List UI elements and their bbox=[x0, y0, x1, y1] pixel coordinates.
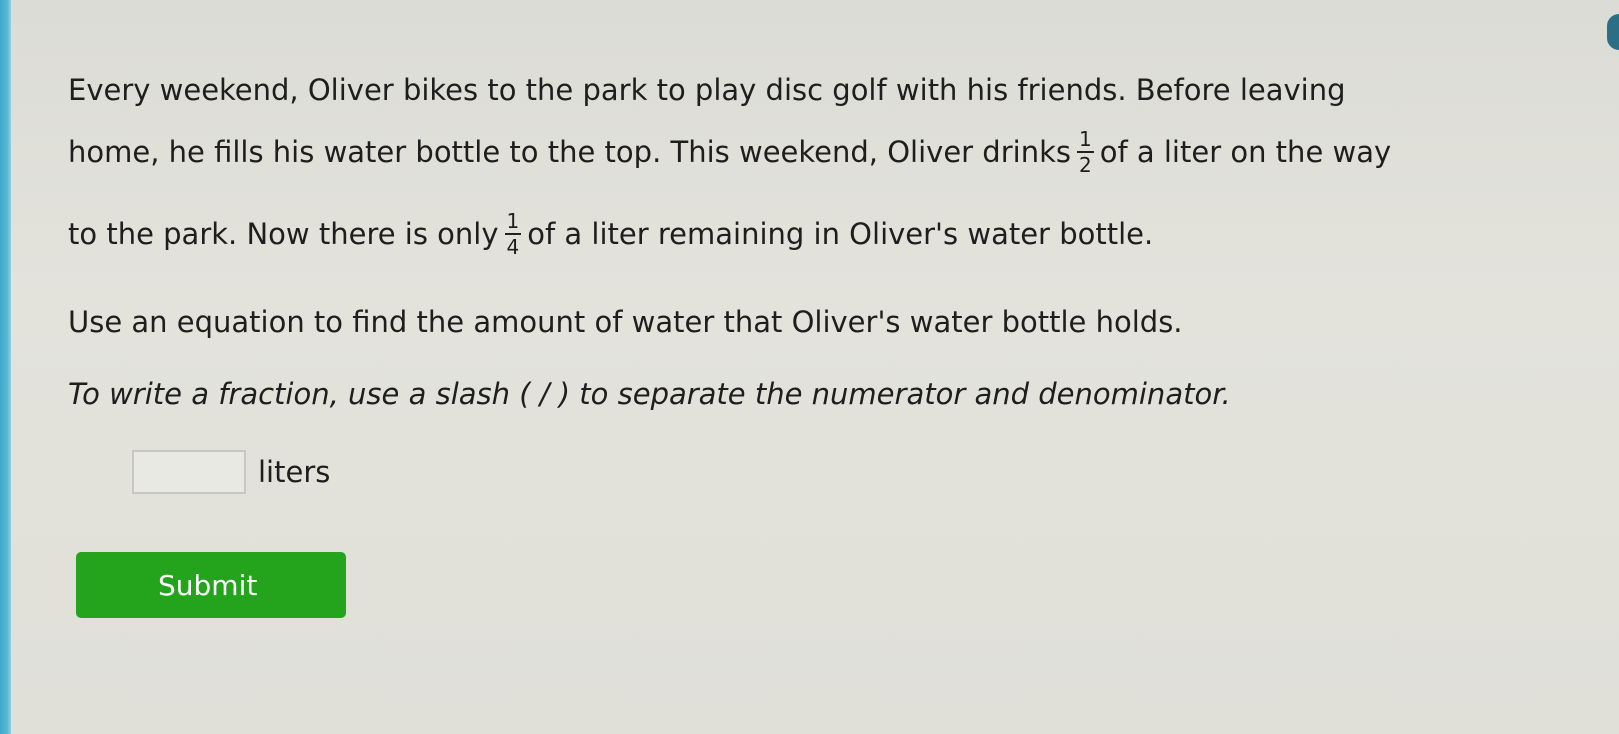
fraction-denominator: 2 bbox=[1078, 153, 1092, 177]
problem-line-2: home, he fills his water bottle to the t… bbox=[68, 127, 1392, 178]
instruction-text: Use an equation to find the amount of wa… bbox=[68, 305, 1183, 339]
fraction-numerator: 1 bbox=[1078, 127, 1092, 151]
left-accent-bar bbox=[0, 0, 11, 734]
fraction-one-quarter: 14 bbox=[504, 209, 522, 259]
problem-line-1: Every weekend, Oliver bikes to the park … bbox=[68, 73, 1346, 107]
unit-label: liters bbox=[258, 455, 331, 489]
fraction-one-half: 12 bbox=[1076, 127, 1094, 177]
answer-input[interactable] bbox=[132, 450, 246, 494]
fraction-hint: To write a fraction, use a slash ( / ) t… bbox=[68, 377, 1231, 411]
problem-line-2-start: home, he fills his water bottle to the t… bbox=[68, 135, 1071, 169]
scroll-indicator bbox=[1607, 14, 1619, 50]
fraction-numerator: 1 bbox=[506, 209, 520, 233]
problem-line-3-end: of a liter remaining in Oliver's water b… bbox=[527, 217, 1154, 251]
problem-line-2-end: of a liter on the way bbox=[1099, 135, 1392, 169]
problem-line-3: to the park. Now there is only 1 4 of a lit… bbox=[68, 209, 1154, 260]
answer-row: liters bbox=[132, 450, 330, 494]
submit-button[interactable]: Submit bbox=[76, 552, 346, 618]
problem-line-3-start: to the park. Now there is only bbox=[68, 217, 499, 251]
fraction-denominator: 4 bbox=[506, 235, 520, 259]
